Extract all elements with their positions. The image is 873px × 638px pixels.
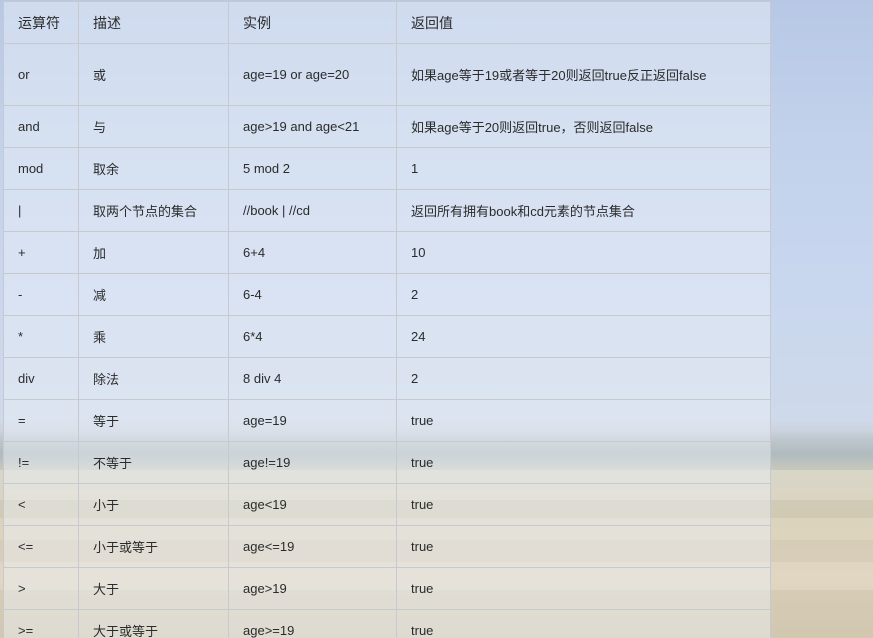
cell-example: age>=19 bbox=[228, 609, 397, 638]
cell-return-value: 返回所有拥有book和cd元素的节点集合 bbox=[396, 189, 771, 232]
cell-operator: <= bbox=[3, 525, 79, 568]
cell-operator: | bbox=[3, 189, 79, 232]
cell-example: 6*4 bbox=[228, 315, 397, 358]
cell-return-value: 如果age等于20则返回true，否则返回false bbox=[396, 105, 771, 148]
header-description: 描述 bbox=[78, 1, 229, 44]
cell-description: 不等于 bbox=[78, 441, 229, 484]
cell-operator: < bbox=[3, 483, 79, 526]
cell-example: age>19 bbox=[228, 567, 397, 610]
cell-return-value: 10 bbox=[396, 231, 771, 274]
cell-example: 6-4 bbox=[228, 273, 397, 316]
cell-description: 加 bbox=[78, 231, 229, 274]
cell-example: 6+4 bbox=[228, 231, 397, 274]
cell-example: age=19 bbox=[228, 399, 397, 442]
cell-example: age=19 or age=20 bbox=[228, 43, 397, 106]
cell-example: age!=19 bbox=[228, 441, 397, 484]
header-return-value: 返回值 bbox=[396, 1, 771, 44]
table-row: = 等于 age=19 true bbox=[3, 399, 771, 442]
cell-example: age<=19 bbox=[228, 525, 397, 568]
cell-return-value: true bbox=[396, 567, 771, 610]
table-row: or 或 age=19 or age=20 如果age等于19或者等于20则返回tru… bbox=[3, 43, 771, 106]
cell-return-value: 如果age等于19或者等于20则返回true反正返回false bbox=[396, 43, 771, 106]
cell-description: 乘 bbox=[78, 315, 229, 358]
table-row: | 取两个节点的集合//book | //cd 返回所有拥有book和cd元素的节点… bbox=[3, 189, 771, 232]
cell-example: 8 div 4 bbox=[228, 357, 397, 400]
cell-description: 取余 bbox=[78, 147, 229, 190]
cell-return-value: 24 bbox=[396, 315, 771, 358]
cell-example: //book | //cd bbox=[228, 189, 397, 232]
cell-operator: or bbox=[3, 43, 79, 106]
header-example: 实例 bbox=[228, 1, 397, 44]
operators-table: 运算符 描述 实例 返回值 or 或 age=19 or age=20 如果age等于… bbox=[3, 1, 771, 638]
cell-operator: + bbox=[3, 231, 79, 274]
cell-return-value: true bbox=[396, 399, 771, 442]
table-row: - 减 6-4 2 bbox=[3, 273, 771, 316]
table-row: * 乘 6*4 24 bbox=[3, 315, 771, 358]
cell-operator: div bbox=[3, 357, 79, 400]
cell-return-value: 1 bbox=[396, 147, 771, 190]
cell-description: 大于或等于 bbox=[78, 609, 229, 638]
table-row: < 小于 age<19 true bbox=[3, 483, 771, 526]
cell-operator: = bbox=[3, 399, 79, 442]
header-operator: 运算符 bbox=[3, 1, 79, 44]
table-row: and 与 age>19 and age<21 如果age等于20则返回true，否则… bbox=[3, 105, 771, 148]
cell-operator: != bbox=[3, 441, 79, 484]
cell-description: 取两个节点的集合 bbox=[78, 189, 229, 232]
cell-description: 等于 bbox=[78, 399, 229, 442]
cell-return-value: true bbox=[396, 483, 771, 526]
cell-example: age>19 and age<21 bbox=[228, 105, 397, 148]
cell-operator: * bbox=[3, 315, 79, 358]
table-header-row: 运算符 描述 实例 返回值 bbox=[3, 1, 771, 44]
cell-return-value: 2 bbox=[396, 357, 771, 400]
table-row: mod 取余 5 mod 21 bbox=[3, 147, 771, 190]
page-background: 运算符 描述 实例 返回值 or 或 age=19 or age=20 如果age等于… bbox=[0, 0, 873, 638]
cell-return-value: true bbox=[396, 609, 771, 638]
table-row: + 加 6+4 10 bbox=[3, 231, 771, 274]
cell-operator: > bbox=[3, 567, 79, 610]
cell-operator: >= bbox=[3, 609, 79, 638]
cell-return-value: true bbox=[396, 441, 771, 484]
cell-description: 小于或等于 bbox=[78, 525, 229, 568]
cell-operator: - bbox=[3, 273, 79, 316]
cell-description: 减 bbox=[78, 273, 229, 316]
cell-description: 与 bbox=[78, 105, 229, 148]
cell-return-value: true bbox=[396, 525, 771, 568]
table-row: >= 大于或等于 age>=19 true bbox=[3, 609, 771, 638]
cell-example: 5 mod 2 bbox=[228, 147, 397, 190]
cell-description: 大于 bbox=[78, 567, 229, 610]
cell-description: 除法 bbox=[78, 357, 229, 400]
cell-operator: mod bbox=[3, 147, 79, 190]
cell-return-value: 2 bbox=[396, 273, 771, 316]
cell-operator: and bbox=[3, 105, 79, 148]
table-row: > 大于 age>19 true bbox=[3, 567, 771, 610]
cell-description: 或 bbox=[78, 43, 229, 106]
table-row: != 不等于 age!=19 true bbox=[3, 441, 771, 484]
cell-example: age<19 bbox=[228, 483, 397, 526]
cell-description: 小于 bbox=[78, 483, 229, 526]
table-row: <= 小于或等于 age<=19 true bbox=[3, 525, 771, 568]
table-row: div 除法 8 div 42 bbox=[3, 357, 771, 400]
